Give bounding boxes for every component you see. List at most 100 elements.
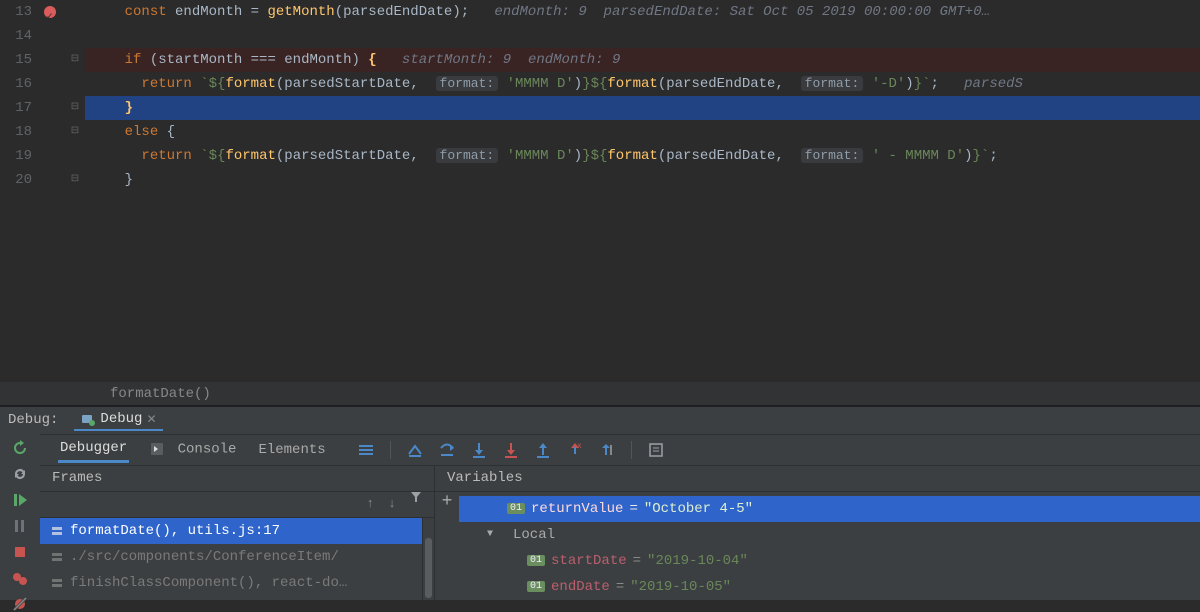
breakpoint-slot[interactable]: [40, 120, 65, 144]
fold-toggle[interactable]: [65, 24, 85, 48]
frame-row[interactable]: updateClassComponent(), react-d…: [40, 596, 422, 601]
line-number: 15: [0, 48, 32, 72]
line-number: 20: [0, 168, 32, 192]
evaluate-expression-icon[interactable]: [648, 442, 664, 458]
line-number: 14: [0, 24, 32, 48]
fold-toggle[interactable]: [65, 144, 85, 168]
line-number: 17: [0, 96, 32, 120]
breakpoint-gutter[interactable]: [40, 0, 65, 382]
pause-icon[interactable]: [11, 518, 29, 534]
line-gutter: 1314151617181920: [0, 0, 40, 382]
variables-tree[interactable]: 01 returnValue = "October 4-5"▼ Local01 …: [459, 492, 1200, 601]
variables-pane: Variables + 01 returnValue = "October 4-…: [435, 466, 1200, 601]
rerun-icon[interactable]: [11, 440, 29, 456]
frame-down-icon[interactable]: ↓: [388, 491, 396, 517]
tab-debug-label: Debug: [100, 411, 142, 427]
variable-row[interactable]: 01 endDate = "2019-10-05": [459, 574, 1200, 600]
console-icon: [149, 441, 165, 457]
debug-label: Debug:: [8, 412, 58, 428]
stackframe-icon: [50, 576, 64, 590]
breakpoint-slot[interactable]: [40, 96, 65, 120]
frame-row[interactable]: ./src/components/ConferenceItem/: [40, 544, 422, 570]
fold-gutter[interactable]: ⊟⊟⊟⊟: [65, 0, 85, 382]
variable-value: "2019-10-04": [647, 553, 748, 569]
force-step-into-icon[interactable]: [503, 442, 519, 458]
drop-frame-icon[interactable]: x: [567, 442, 583, 458]
tab-debug[interactable]: Debug ✕: [74, 409, 162, 431]
fold-toggle[interactable]: [65, 72, 85, 96]
stackframe-icon: [50, 550, 64, 564]
frame-row[interactable]: finishClassComponent(), react-do…: [40, 570, 422, 596]
line-number: 18: [0, 120, 32, 144]
primitive-badge-icon: 01: [527, 555, 545, 566]
frame-row[interactable]: formatDate(), utils.js:17: [40, 518, 422, 544]
svg-text:x: x: [577, 442, 582, 451]
variable-name: returnValue: [531, 501, 623, 517]
code-line[interactable]: if (startMonth === endMonth) { startMont…: [85, 48, 1200, 72]
frames-header: Frames: [52, 465, 102, 491]
breakpoint-slot[interactable]: [40, 168, 65, 192]
expand-toggle-icon[interactable]: ▼: [487, 529, 501, 540]
frame-filter-icon[interactable]: [410, 491, 422, 517]
breakpoint-slot[interactable]: [40, 144, 65, 168]
step-into-icon[interactable]: [471, 442, 487, 458]
step-over-icon[interactable]: [439, 442, 455, 458]
breakpoint-icon[interactable]: [44, 6, 56, 18]
variable-row[interactable]: 01 returnValue = "October 4-5": [459, 496, 1200, 522]
breakpoints-icon[interactable]: [11, 570, 29, 586]
variable-value: Local: [513, 527, 555, 543]
primitive-badge-icon: 01: [527, 581, 545, 592]
code-line[interactable]: }: [85, 96, 1200, 120]
mute-breakpoints-icon[interactable]: [11, 596, 29, 612]
line-number: 16: [0, 72, 32, 96]
code-line[interactable]: const endMonth = getMonth(parsedEndDate)…: [85, 0, 1200, 24]
code-line[interactable]: }: [85, 168, 1200, 192]
frame-up-icon[interactable]: ↑: [366, 491, 374, 517]
frames-list[interactable]: formatDate(), utils.js:17./src/component…: [40, 518, 422, 601]
debugger-toolbar: Debugger Console Elements x: [40, 434, 1200, 466]
line-number: 13: [0, 0, 32, 24]
debug-config-icon: [80, 411, 96, 427]
code-line[interactable]: return `${format(parsedStartDate, format…: [85, 72, 1200, 96]
subtab-debugger[interactable]: Debugger: [58, 436, 129, 463]
show-execution-point-icon[interactable]: [407, 442, 423, 458]
frame-label: ./src/components/ConferenceItem/: [70, 544, 339, 570]
code-line[interactable]: return `${format(parsedStartDate, format…: [85, 144, 1200, 168]
code-lines[interactable]: const endMonth = getMonth(parsedEndDate)…: [85, 0, 1200, 382]
frames-scrollbar[interactable]: [422, 518, 434, 601]
stackframe-icon: [50, 524, 64, 538]
update-icon[interactable]: [11, 466, 29, 482]
breakpoint-slot[interactable]: [40, 48, 65, 72]
breadcrumb[interactable]: formatDate(): [0, 382, 1200, 406]
fold-toggle[interactable]: ⊟: [65, 120, 85, 144]
frame-label: updateClassComponent(), react-d…: [70, 596, 339, 601]
resume-icon[interactable]: [11, 492, 29, 508]
frames-pane: Frames ↑ ↓ formatDate(), utils.js:17./sr…: [40, 466, 435, 601]
close-icon[interactable]: ✕: [146, 412, 156, 427]
run-to-cursor-icon[interactable]: [599, 442, 615, 458]
code-line[interactable]: [85, 24, 1200, 48]
fold-toggle[interactable]: ⊟: [65, 48, 85, 72]
line-number: 19: [0, 144, 32, 168]
add-watch-button[interactable]: +: [435, 492, 459, 601]
code-editor[interactable]: 1314151617181920 ⊟⊟⊟⊟ const endMonth = g…: [0, 0, 1200, 382]
threads-icon[interactable]: [358, 442, 374, 458]
variable-name: startDate: [551, 553, 627, 569]
breakpoint-slot[interactable]: [40, 72, 65, 96]
code-line[interactable]: else {: [85, 120, 1200, 144]
subtab-elements[interactable]: Elements: [256, 438, 327, 462]
breadcrumb-item[interactable]: formatDate(): [110, 386, 211, 402]
debug-toolwindow-tabbar: Debug: Debug ✕: [0, 406, 1200, 434]
step-out-icon[interactable]: [535, 442, 551, 458]
subtab-console[interactable]: Console: [147, 437, 238, 462]
variable-row[interactable]: ▼ Local: [459, 522, 1200, 548]
variable-row[interactable]: 01 startDate = "2019-10-04": [459, 548, 1200, 574]
fold-toggle[interactable]: ⊟: [65, 96, 85, 120]
stop-icon[interactable]: [11, 544, 29, 560]
fold-toggle[interactable]: [65, 0, 85, 24]
frame-label: formatDate(), utils.js:17: [70, 518, 280, 544]
frame-label: finishClassComponent(), react-do…: [70, 570, 347, 596]
fold-toggle[interactable]: ⊟: [65, 168, 85, 192]
primitive-badge-icon: 01: [507, 503, 525, 514]
debug-side-toolbar: [0, 434, 40, 601]
